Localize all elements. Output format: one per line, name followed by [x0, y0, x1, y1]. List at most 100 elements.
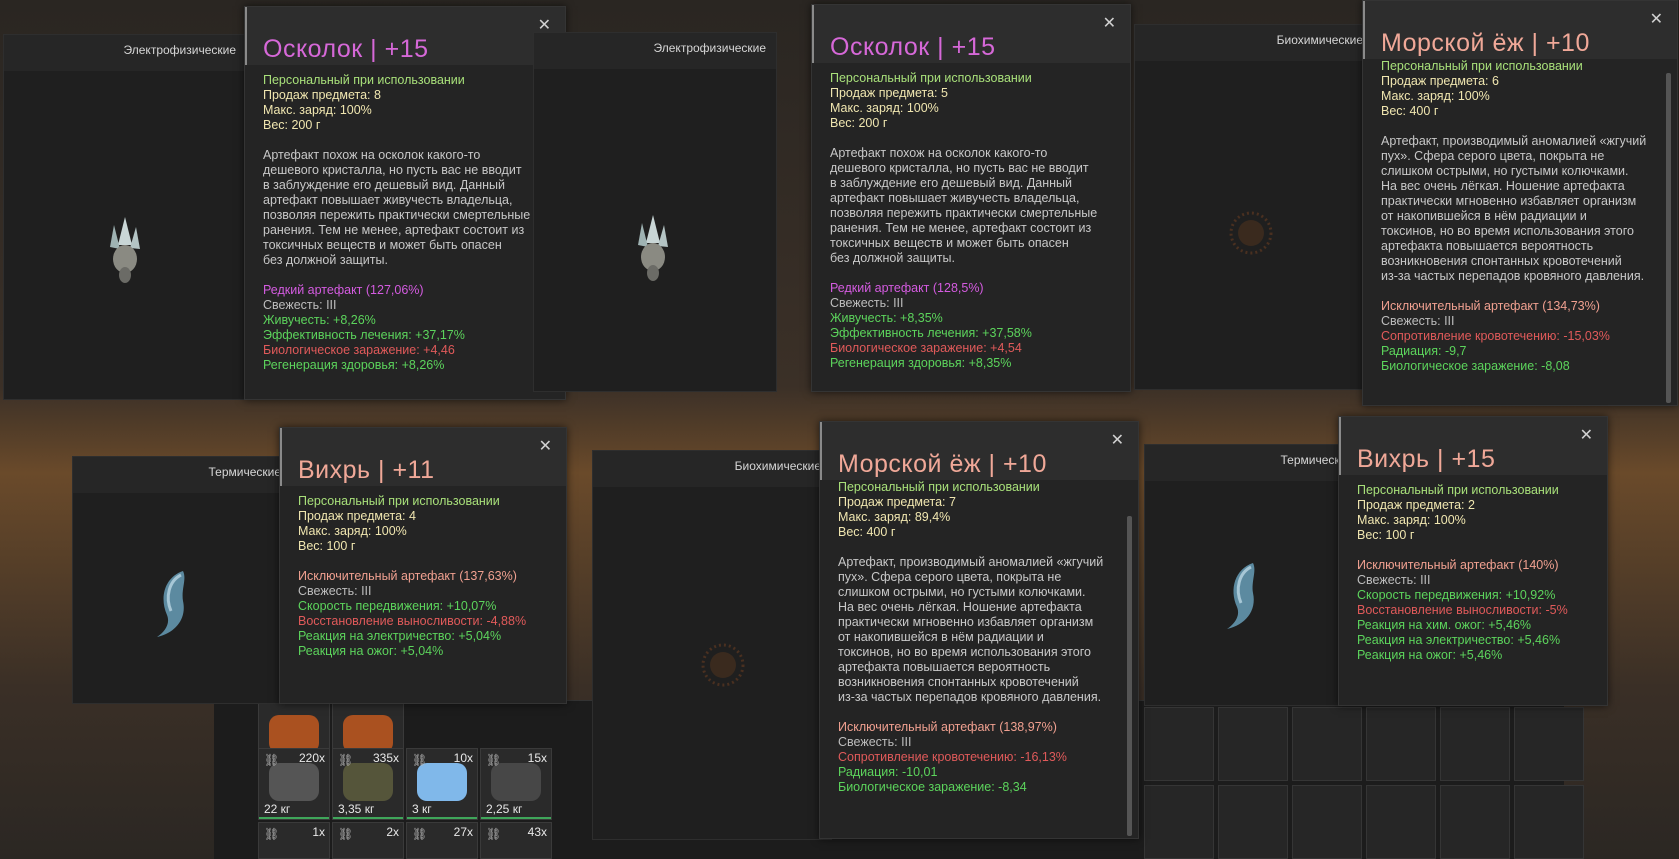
item-weight: 3 кг	[412, 802, 432, 816]
freshness-label: Свежесть: III	[1381, 314, 1455, 328]
close-icon[interactable]: ✕	[1111, 430, 1124, 450]
tooltip-body: Персональный при использовании Продаж пре…	[838, 480, 1124, 795]
empty-slot[interactable]	[1218, 785, 1288, 859]
empty-slot[interactable]	[1366, 785, 1436, 859]
effect-line: Сопротивление кровотечению: -15,03%	[1381, 329, 1610, 343]
rarity-label: Исключительный артефакт (134,73%)	[1381, 299, 1600, 313]
effect-line: Скорость передвижения: +10,07%	[298, 599, 497, 613]
empty-slot[interactable]	[1514, 785, 1584, 859]
description-line: слишком острыми, но густыми колючками.	[1381, 164, 1629, 178]
inventory-slot[interactable]: ⛓ 15x 2,25 кг	[480, 748, 552, 820]
empty-slot[interactable]	[1440, 785, 1510, 859]
description-line: токсичных веществ и может быть опасен	[830, 236, 1069, 250]
artifact-category: Термические	[208, 465, 281, 479]
inventory-slot[interactable]: ⛓ 335x 3,35 кг	[332, 748, 404, 820]
close-icon[interactable]: ✕	[1650, 9, 1663, 29]
inventory-slot[interactable]: ⛓ 1x	[258, 822, 330, 859]
effect-line: Биологическое заражение: +4,54	[830, 341, 1022, 355]
empty-slot[interactable]	[1218, 707, 1288, 781]
sea-urchin-icon	[1229, 211, 1273, 255]
freshness-label: Свежесть: III	[830, 296, 904, 310]
item-quantity: 220x	[298, 751, 325, 765]
inventory-slot[interactable]: ⛓ 43x	[480, 822, 552, 859]
item-weight: 3,35 кг	[338, 802, 375, 816]
empty-slot[interactable]	[1144, 785, 1214, 859]
link-icon: ⛓	[338, 827, 354, 841]
link-icon: ⛓	[338, 753, 354, 767]
stat-line: Макс. заряд: 100%	[1357, 513, 1466, 527]
link-icon: ⛓	[486, 827, 502, 841]
empty-slot[interactable]	[1514, 707, 1584, 781]
description-line: Артефакт похож на осколок какого-то	[830, 146, 1048, 160]
link-icon: ⛓	[412, 827, 428, 841]
description-line: токсичных веществ и может быть опасен	[263, 238, 502, 252]
scrollbar[interactable]	[1666, 73, 1671, 403]
close-icon[interactable]: ✕	[1103, 13, 1116, 33]
close-icon[interactable]: ✕	[1580, 425, 1593, 445]
empty-slot[interactable]	[1292, 707, 1362, 781]
tooltip-body: Персональный при использовании Продаж пре…	[263, 73, 551, 373]
crystal-shard-icon	[110, 217, 140, 283]
description-line: артефакта повышается вероятность	[1381, 239, 1594, 253]
empty-slot[interactable]	[1366, 707, 1436, 781]
description-line: пух». Сфера серого цвета, покрыта не	[838, 570, 1062, 584]
artifact-category: Электрофизические	[653, 41, 766, 55]
vortex-claw-icon	[157, 571, 185, 637]
description-line: без должной защиты.	[263, 253, 388, 267]
link-icon: ⛓	[264, 753, 280, 767]
inventory-slot[interactable]: ⛓ 220x 22 кг	[258, 748, 330, 820]
stones-icon	[269, 763, 319, 801]
tooltip-body: Персональный при использовании Продаж пре…	[298, 494, 552, 659]
artifact-tooltip: Вихрь | +11 ✕ Персональный при использован…	[279, 427, 567, 704]
effect-line: Радиация: -10,01	[838, 765, 938, 779]
empty-slot[interactable]	[1292, 785, 1362, 859]
freshness-label: Свежесть: III	[838, 735, 912, 749]
description-line: в заблуждение его дешевый вид. Данный	[830, 176, 1073, 190]
effect-line: Восстановление выносливости: -4,88%	[298, 614, 527, 628]
item-quantity: 2x	[386, 825, 399, 839]
description-line: без должной защиты.	[830, 251, 955, 265]
stat-line: Продаж предмета: 6	[1381, 74, 1499, 88]
item-quantity: 43x	[527, 825, 547, 839]
item-weight: 22 кг	[264, 802, 291, 816]
item-quantity: 15x	[527, 751, 547, 765]
description-line: возникновения спонтанных кровотечений	[838, 675, 1079, 689]
artifact-tooltip: Морской ёж | +10 ✕ Персональный при исполь…	[1362, 0, 1678, 406]
description-line: практически мгновенно избавляет организм	[838, 615, 1094, 629]
close-icon[interactable]: ✕	[539, 436, 552, 456]
scrollbar[interactable]	[1127, 516, 1132, 836]
freshness-label: Свежесть: III	[263, 298, 337, 312]
description-line: артефакт повышает живучесть владельца,	[830, 191, 1080, 205]
inventory-slot[interactable]: ⛓ 2x	[332, 822, 404, 859]
vortex-claw-icon	[1227, 563, 1255, 629]
effect-line: Живучесть: +8,26%	[263, 313, 376, 327]
description-line: На вес очень лёгкая. Ношение артефакта	[1381, 179, 1625, 193]
stat-line: Вес: 100 г	[1357, 528, 1415, 542]
description-line: от накопившейся в нём радиации и	[838, 630, 1044, 644]
artifact-tooltip: Осколок | +15 ✕ Персональный при использов…	[244, 6, 566, 400]
stat-line: Макс. заряд: 100%	[830, 101, 939, 115]
effect-line: Эффективность лечения: +37,17%	[263, 328, 465, 342]
item-quantity: 1x	[312, 825, 325, 839]
durability-bar	[259, 817, 329, 819]
description-line: Артефакт, производимый аномалией «жгучий	[1381, 134, 1647, 148]
description-line: Артефакт похож на осколок какого-то	[263, 148, 481, 162]
description-line: возникновения спонтанных кровотечений	[1381, 254, 1622, 268]
stat-line: Продаж предмета: 8	[263, 88, 381, 102]
empty-slot[interactable]	[1440, 707, 1510, 781]
empty-slot[interactable]	[1144, 707, 1214, 781]
item-quantity: 335x	[372, 751, 399, 765]
freshness-label: Свежесть: III	[1357, 573, 1431, 587]
description-line: токсинов, но во время использования этог…	[838, 645, 1091, 659]
sea-urchin-icon	[701, 643, 745, 687]
link-icon: ⛓	[412, 753, 428, 767]
link-icon: ⛓	[486, 753, 502, 767]
artifact-preview: Электрофизические	[3, 34, 247, 400]
description-line: дешевого кристалла, но пусть вас не ввод…	[830, 161, 1089, 175]
artifact-preview: Электрофизические	[533, 32, 777, 392]
stat-line: Продаж предмета: 4	[298, 509, 416, 523]
effect-line: Реакция на электричество: +5,04%	[298, 629, 502, 643]
rarity-label: Исключительный артефакт (138,97%)	[838, 720, 1057, 734]
inventory-slot[interactable]: ⛓ 27x	[406, 822, 478, 859]
inventory-slot[interactable]: ⛓ 10x 3 кг	[406, 748, 478, 820]
